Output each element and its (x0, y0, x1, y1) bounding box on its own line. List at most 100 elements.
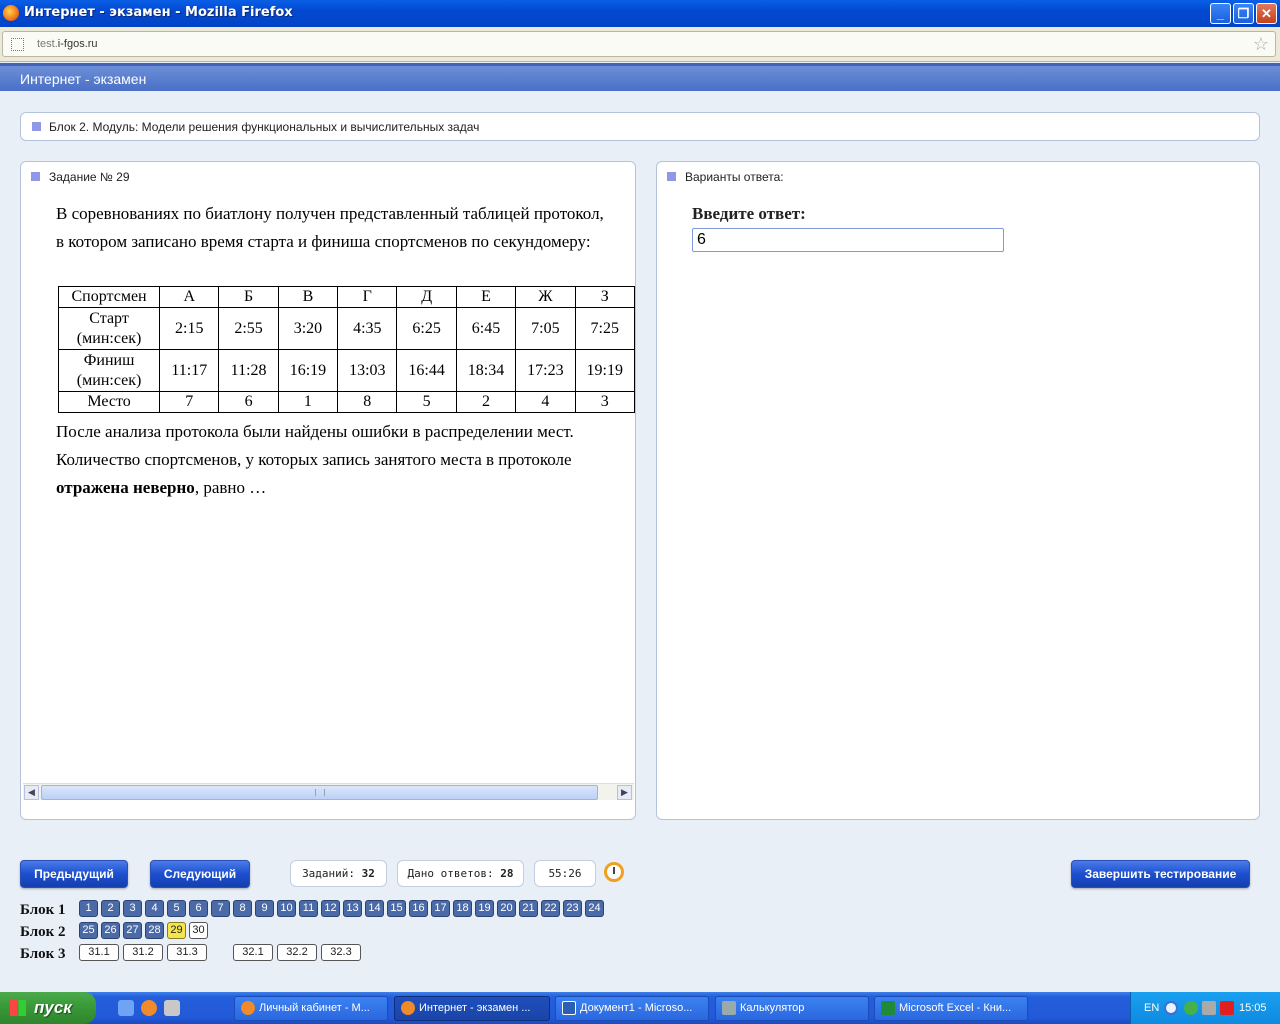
tray-network-icon[interactable] (1184, 1001, 1198, 1015)
horizontal-scrollbar[interactable]: ◀ ▶ (23, 783, 634, 800)
answer-panel: Варианты ответа: Введите ответ: 6 (656, 161, 1260, 820)
row-label: Место (58, 391, 161, 413)
question-button[interactable]: 1 (79, 900, 98, 917)
tasks-count-badge: Заданий: 32 (290, 860, 387, 887)
question-button[interactable]: 22 (541, 900, 560, 917)
table-cell: 3 (574, 391, 635, 413)
maximize-button[interactable]: ❐ (1233, 3, 1254, 24)
prev-button[interactable]: Предыдущий (20, 860, 128, 888)
table-cell: 6 (218, 391, 279, 413)
scroll-thumb[interactable] (41, 785, 598, 800)
question-button[interactable]: 2 (101, 900, 120, 917)
app-quicklaunch-icon[interactable] (164, 1000, 180, 1016)
table-cell: 1 (277, 391, 339, 413)
next-button[interactable]: Следующий (150, 860, 250, 888)
scroll-grip-icon (315, 789, 325, 796)
close-button[interactable]: ✕ (1256, 3, 1277, 24)
question-button[interactable]: 11 (299, 900, 318, 917)
answer-input[interactable]: 6 (692, 228, 1004, 252)
question-button[interactable]: 7 (211, 900, 230, 917)
site-identity-icon[interactable] (11, 38, 24, 51)
taskbar-item[interactable]: Калькулятор (715, 996, 869, 1021)
taskbar-item[interactable]: Документ1 - Microso... (555, 996, 709, 1021)
question-button[interactable]: 17 (431, 900, 450, 917)
question-button[interactable]: 20 (497, 900, 516, 917)
table-cell: Е (455, 286, 517, 308)
question-button[interactable]: 32.1 (233, 944, 273, 961)
tray-app-icon[interactable] (1202, 1001, 1216, 1015)
scroll-right-icon[interactable]: ▶ (617, 785, 632, 800)
block-title: Блок 2. Модуль: Модели решения функциона… (49, 120, 480, 134)
ie-quicklaunch-icon[interactable] (118, 1000, 134, 1016)
app-header: Интернет - экзамен (0, 63, 1280, 91)
question-button[interactable]: 15 (387, 900, 406, 917)
question-button[interactable]: 14 (365, 900, 384, 917)
question-button[interactable]: 24 (585, 900, 604, 917)
question-button[interactable]: 31.3 (167, 944, 207, 961)
question-button[interactable]: 21 (519, 900, 538, 917)
question-button[interactable]: 4 (145, 900, 164, 917)
question-button[interactable]: 5 (167, 900, 186, 917)
question-button[interactable]: 13 (343, 900, 362, 917)
minimize-button[interactable]: _ (1210, 3, 1231, 24)
tray-arrow-icon[interactable] (1164, 1001, 1178, 1015)
question-button[interactable]: 12 (321, 900, 340, 917)
table-row: Финиш (мин:сек) 11:17 11:28 16:19 13:03 … (58, 349, 635, 392)
question-button[interactable]: 25 (79, 922, 98, 939)
firefox-icon (401, 1001, 415, 1015)
language-indicator[interactable]: EN (1144, 1002, 1159, 1014)
question-button[interactable]: 16 (409, 900, 428, 917)
task-number: Задание № 29 (49, 170, 130, 184)
url-field[interactable]: test.i-fgos.ru ☆ (2, 31, 1276, 57)
question-button-current[interactable]: 29 (167, 922, 186, 939)
table-cell: Г (337, 286, 398, 308)
scroll-left-icon[interactable]: ◀ (24, 785, 39, 800)
question-button[interactable]: 28 (145, 922, 164, 939)
question-button[interactable]: 31.2 (123, 944, 163, 961)
question-button[interactable]: 31.1 (79, 944, 119, 961)
start-button[interactable]: пуск (0, 992, 96, 1024)
finish-test-button[interactable]: Завершить тестирование (1071, 860, 1250, 888)
answer-label: Введите ответ: (692, 204, 806, 223)
question-button[interactable]: 30 (189, 922, 208, 939)
table-cell: 18:34 (455, 349, 517, 392)
tray-antivirus-icon[interactable] (1220, 1001, 1234, 1015)
firefox-quicklaunch-icon[interactable] (141, 1000, 157, 1016)
taskbar-item[interactable]: Microsoft Excel - Кни... (874, 996, 1028, 1021)
question-button[interactable]: 10 (277, 900, 296, 917)
table-cell: 6:25 (396, 307, 457, 350)
question-button[interactable]: 8 (233, 900, 252, 917)
question-button[interactable]: 3 (123, 900, 142, 917)
taskbar-item-active[interactable]: Интернет - экзамен ... (394, 996, 550, 1021)
table-cell: 2:15 (159, 307, 220, 350)
firefox-icon (3, 5, 19, 21)
table-cell: 2:55 (218, 307, 279, 350)
question-button[interactable]: 32.3 (321, 944, 361, 961)
table-cell: 2 (455, 391, 517, 413)
block2-label: Блок 2 (20, 924, 66, 940)
window-titlebar: Интернет - экзамен - Mozilla Firefox _ ❐… (0, 0, 1280, 27)
question-button[interactable]: 23 (563, 900, 582, 917)
table-cell: 7:05 (515, 307, 576, 350)
question-button[interactable]: 18 (453, 900, 472, 917)
bookmark-star-icon[interactable]: ☆ (1253, 34, 1269, 55)
table-cell: 3:20 (277, 307, 339, 350)
question-button[interactable]: 9 (255, 900, 274, 917)
question-button[interactable]: 32.2 (277, 944, 317, 961)
question-button[interactable]: 26 (101, 922, 120, 939)
table-cell: 6:45 (455, 307, 517, 350)
table-cell: А (159, 286, 220, 308)
results-table-wrap: Спортсмен А Б В Г Д Е Ж З Старт (мин:сек… (58, 286, 635, 414)
window-title: Интернет - экзамен - Mozilla Firefox (24, 5, 293, 20)
table-cell: Ж (515, 286, 576, 308)
question-button[interactable]: 19 (475, 900, 494, 917)
block3-label: Блок 3 (20, 946, 66, 962)
windows-flag-icon (10, 1000, 26, 1016)
table-row: Старт (мин:сек) 2:15 2:55 3:20 4:35 6:25… (58, 307, 635, 350)
bullet-square-icon (32, 122, 41, 131)
question-button[interactable]: 6 (189, 900, 208, 917)
taskbar-item[interactable]: Личный кабинет - М... (234, 996, 388, 1021)
table-cell: 19:19 (574, 349, 635, 392)
alarm-clock-icon (604, 862, 624, 882)
question-button[interactable]: 27 (123, 922, 142, 939)
